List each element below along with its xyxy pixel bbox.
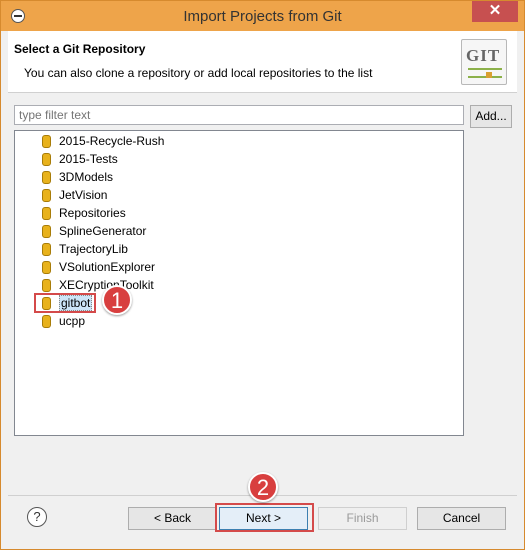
list-item[interactable]: ucpp [41, 313, 85, 330]
list-item[interactable]: 3DModels [41, 169, 113, 186]
repository-icon [42, 189, 51, 202]
repository-icon [42, 207, 51, 220]
git-logo-text: GIT [466, 46, 501, 65]
window-title: Import Projects from Git [183, 8, 342, 25]
help-icon[interactable]: ? [27, 507, 47, 527]
step-2-badge: 2 [248, 472, 278, 502]
list-item[interactable]: Repositories [41, 205, 126, 222]
wizard-header: Select a Git Repository You can also clo… [8, 31, 517, 93]
repository-icon [42, 171, 51, 184]
filter-input[interactable] [14, 105, 464, 125]
repository-icon [42, 225, 51, 238]
list-item[interactable]: SplineGenerator [41, 223, 146, 240]
back-button[interactable]: < Back [128, 507, 217, 530]
list-item[interactable]: JetVision [41, 187, 107, 204]
git-logo-icon: GIT [461, 39, 507, 85]
repository-icon [42, 135, 51, 148]
repository-icon [42, 315, 51, 328]
add-button[interactable]: Add... [470, 105, 512, 128]
list-item[interactable]: XECryptionToolkit [41, 277, 154, 294]
repository-icon [42, 153, 51, 166]
repository-icon [42, 243, 51, 256]
close-button[interactable]: ✕ [472, 1, 518, 22]
repository-icon [42, 261, 51, 274]
list-item[interactable]: 2015-Tests [41, 151, 118, 168]
list-item[interactable]: TrajectoryLib [41, 241, 128, 258]
title-bar[interactable]: Import Projects from Git ✕ [1, 1, 524, 31]
annotation-highlight-gitbot [34, 293, 96, 313]
list-item[interactable]: VSolutionExplorer [41, 259, 155, 276]
import-dialog: Import Projects from Git ✕ Select a Git … [0, 0, 525, 550]
annotation-highlight-next [215, 503, 314, 532]
page-subtitle: You can also clone a repository or add l… [24, 66, 373, 80]
step-1-badge: 1 [102, 285, 132, 315]
page-title: Select a Git Repository [14, 42, 146, 56]
repository-icon [42, 279, 51, 292]
repository-list[interactable]: 2015-Recycle-Rush 2015-Tests 3DModels Je… [14, 130, 464, 436]
finish-button[interactable]: Finish [318, 507, 407, 530]
cancel-button[interactable]: Cancel [417, 507, 506, 530]
list-item[interactable]: 2015-Recycle-Rush [41, 133, 164, 150]
